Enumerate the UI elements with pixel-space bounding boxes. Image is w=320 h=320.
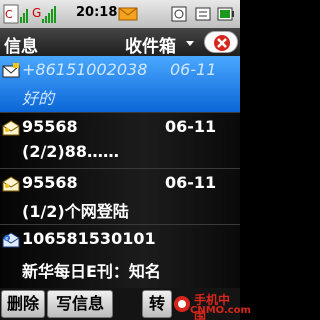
read-envelope-icon: [2, 120, 20, 136]
unread-envelope-icon: [2, 63, 20, 78]
chevron-down-icon[interactable]: [186, 41, 194, 46]
message-list: +86151002038 06-11 好的 95568 06-11 (2/2)8…: [0, 56, 240, 288]
svg-text:C: C: [5, 8, 13, 21]
message-sender: 95568: [22, 173, 78, 192]
signal-2-icon: G: [32, 6, 56, 23]
message-preview: 新华每日E刊：知名: [22, 262, 161, 281]
folder-selector[interactable]: 收件箱: [125, 32, 176, 57]
close-icon: [214, 35, 230, 51]
svg-text:e: e: [5, 236, 8, 242]
list-item[interactable]: e 106581530101 新华每日E刊：知名: [0, 225, 240, 288]
list-item[interactable]: 95568 06-11 (1/2)个网登陆: [0, 169, 240, 224]
edit-icon: [195, 7, 211, 21]
message-date: 06-11: [165, 117, 217, 136]
message-sender: 106581530101: [22, 229, 156, 248]
clock: 20:18: [76, 5, 118, 20]
status-bar: C G 20:18: [0, 0, 240, 28]
message-preview: (1/2)个网登陆: [22, 202, 129, 221]
page-title: 信息: [4, 37, 38, 57]
compose-button[interactable]: 写信息: [47, 290, 113, 318]
message-preview: 好的: [22, 89, 55, 108]
message-date: 06-11: [170, 60, 217, 79]
read-envelope-icon: [2, 176, 20, 192]
svg-text:G: G: [32, 6, 41, 20]
message-sender: +86151002038: [22, 60, 148, 79]
message-preview: (2/2)88……: [22, 142, 119, 161]
list-item[interactable]: +86151002038 06-11 好的: [0, 56, 240, 112]
list-item[interactable]: 95568 06-11 (2/2)88……: [0, 113, 240, 168]
delete-button[interactable]: 删除: [1, 290, 45, 318]
close-button[interactable]: [204, 31, 238, 53]
settings-icon: [171, 6, 187, 22]
battery-icon: [217, 7, 234, 21]
message-icon: [118, 7, 138, 21]
right-softkey-button[interactable]: 转: [142, 290, 172, 318]
message-date: 06-11: [165, 173, 217, 192]
watermark-url: CNMO.com: [190, 305, 251, 316]
message-sender: 95568: [22, 117, 78, 136]
signal-icon: C: [3, 4, 28, 24]
service-message-icon: e: [2, 232, 20, 248]
